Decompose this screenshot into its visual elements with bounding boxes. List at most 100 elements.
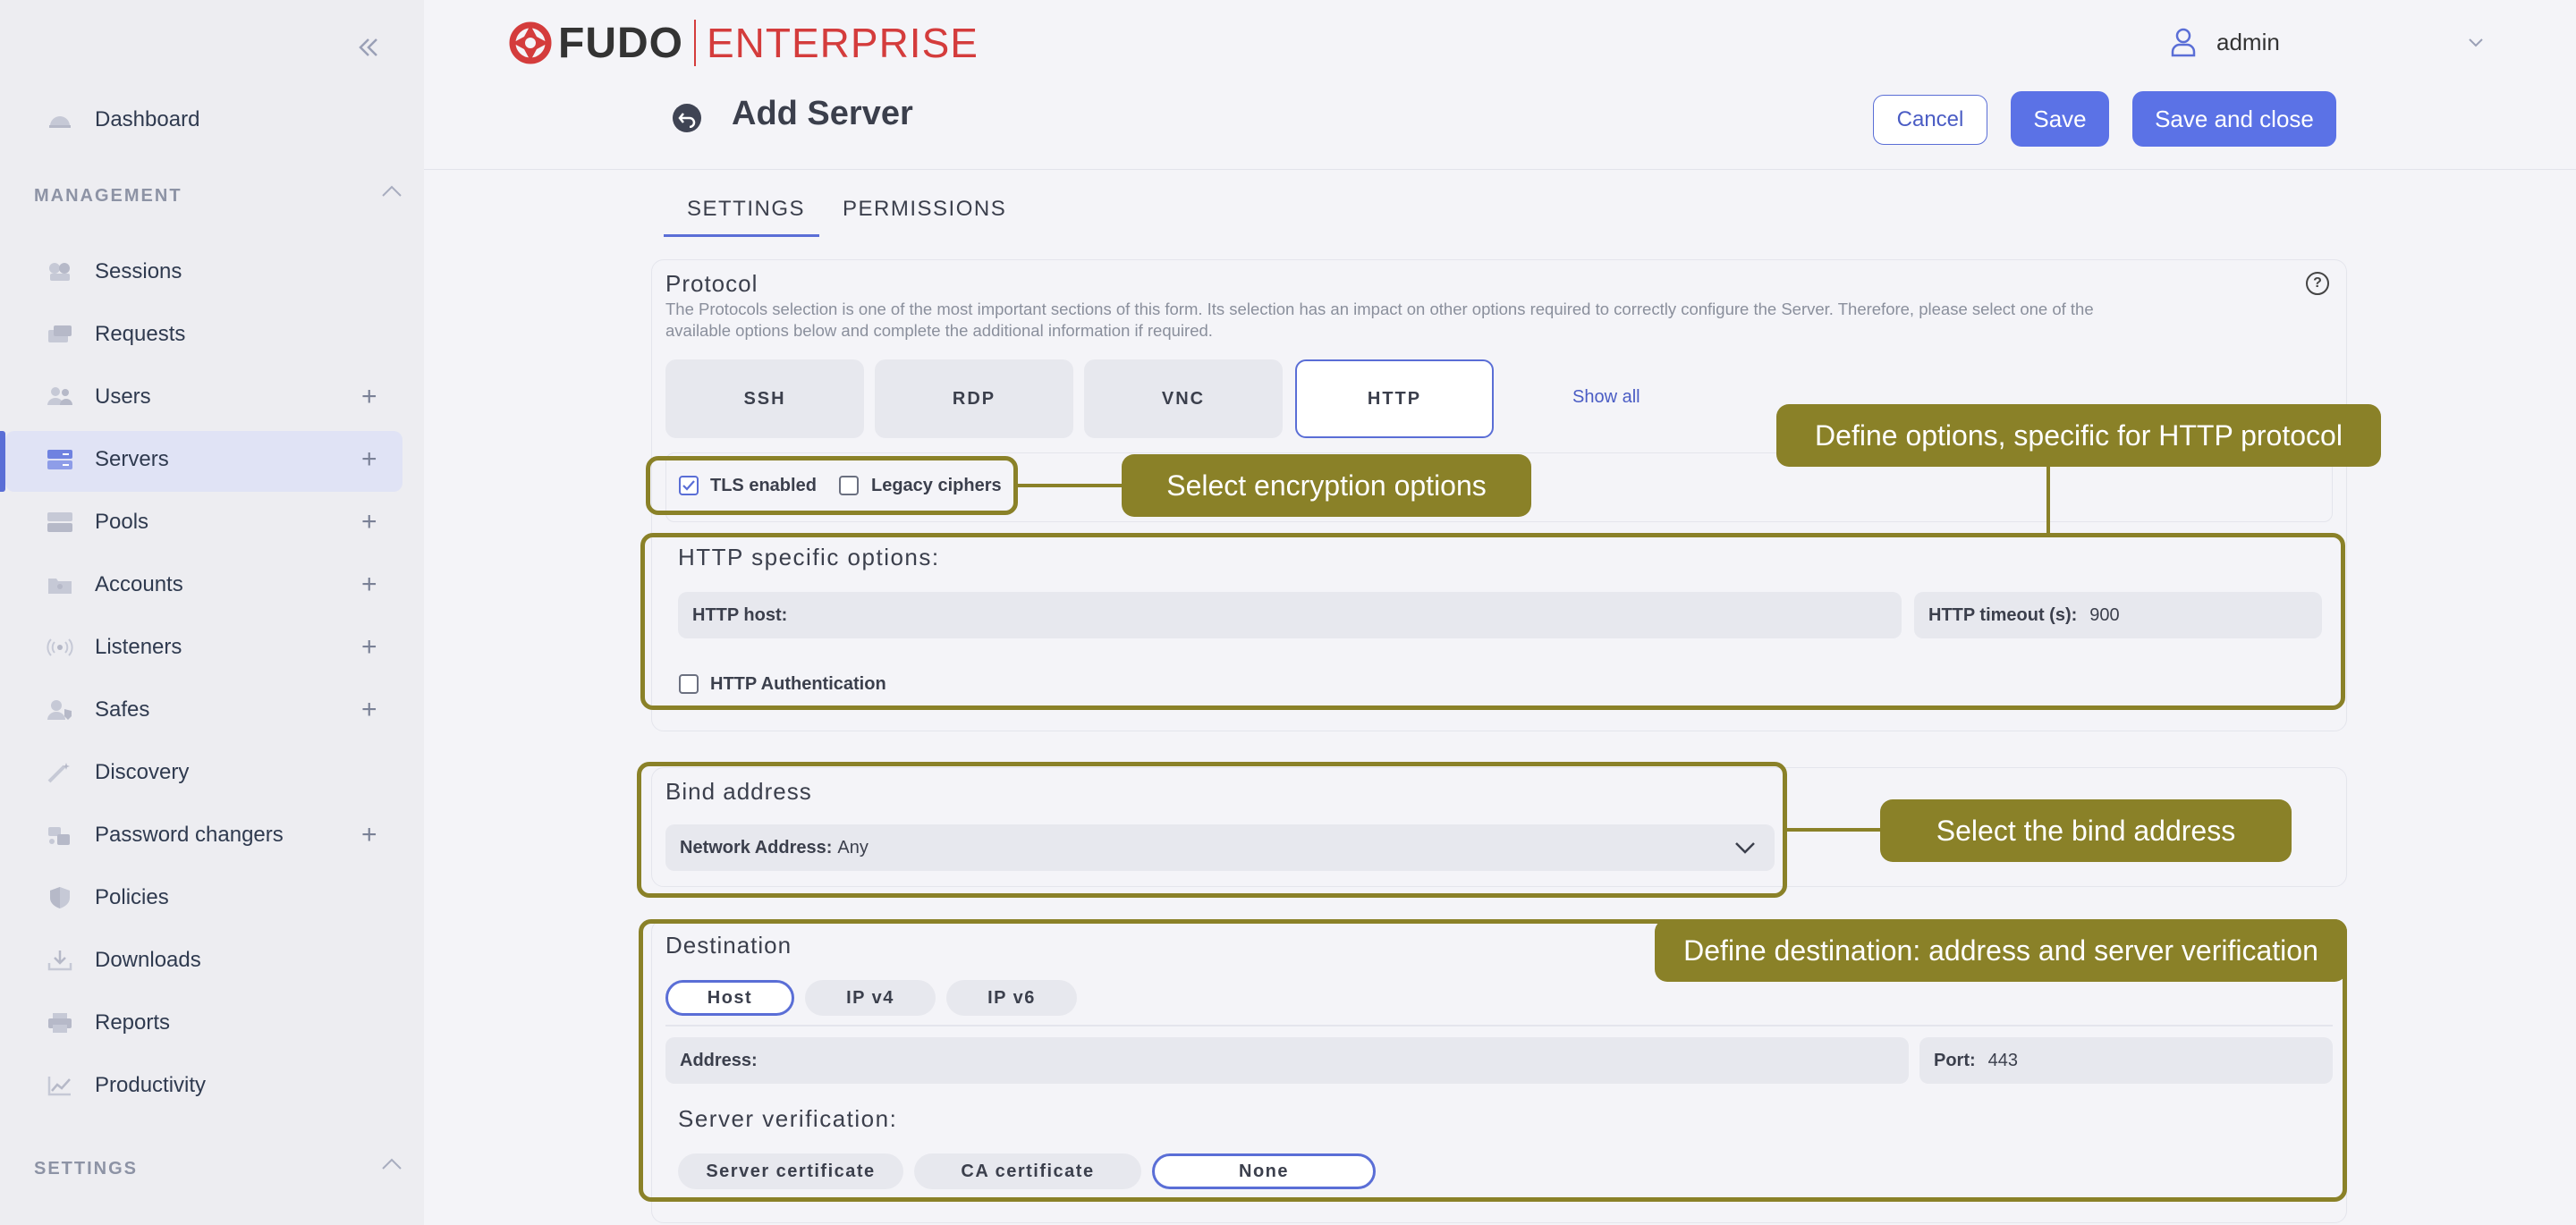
user-icon	[2171, 28, 2196, 57]
sidebar-item-reports[interactable]: Reports	[0, 994, 424, 1052]
protocol-title: Protocol	[665, 270, 758, 297]
password-changers-icon	[47, 824, 73, 847]
sidebar: Dashboard MANAGEMENT Sessions Requests U…	[0, 0, 424, 1225]
destination-port-field[interactable]: Port: 443	[1919, 1037, 2333, 1084]
sidebar-item-accounts[interactable]: Accounts +	[0, 556, 424, 613]
tls-enabled-checkbox[interactable]	[679, 476, 699, 495]
legacy-ciphers-label: Legacy ciphers	[871, 476, 1002, 495]
sidebar-item-label: Policies	[95, 885, 169, 909]
verification-server-certificate[interactable]: Server certificate	[678, 1153, 903, 1189]
logo-enterprise-text: ENTERPRISE	[706, 20, 979, 66]
tls-enabled-label: TLS enabled	[710, 476, 817, 495]
add-pool-button[interactable]: +	[361, 507, 377, 537]
network-address-select[interactable]: Network Address: Any	[665, 824, 1775, 871]
sidebar-item-label: Discovery	[95, 760, 190, 784]
sidebar-item-productivity[interactable]: Productivity	[0, 1057, 424, 1114]
save-button[interactable]: Save	[2011, 91, 2109, 147]
annotation-connector	[1787, 828, 1882, 832]
accounts-icon	[47, 573, 73, 596]
sidebar-item-label: Sessions	[95, 259, 182, 283]
address-label: Address:	[680, 1050, 758, 1070]
destination-address-field[interactable]: Address:	[665, 1037, 1909, 1084]
help-icon[interactable]: ?	[2306, 272, 2329, 295]
protocol-ssh-button[interactable]: SSH	[665, 359, 864, 438]
http-timeout-field[interactable]: HTTP timeout (s): 900	[1914, 592, 2322, 638]
legacy-ciphers-checkbox[interactable]	[839, 476, 859, 495]
add-safe-button[interactable]: +	[361, 695, 377, 725]
chevron-up-icon[interactable]	[379, 182, 404, 200]
verification-none[interactable]: None	[1152, 1153, 1376, 1189]
add-server-button[interactable]: +	[361, 444, 377, 475]
add-account-button[interactable]: +	[361, 570, 377, 600]
downloads-icon	[47, 949, 73, 972]
sidebar-item-label: Dashboard	[95, 107, 200, 131]
address-type-ipv4[interactable]: IP v4	[805, 980, 936, 1016]
sidebar-item-label: Requests	[95, 322, 186, 346]
http-host-label: HTTP host:	[692, 604, 788, 625]
requests-icon	[47, 323, 73, 346]
divider	[665, 1025, 2333, 1026]
user-menu[interactable]: admin	[2170, 27, 2280, 57]
protocol-vnc-button[interactable]: VNC	[1084, 359, 1283, 438]
protocol-http-button[interactable]: HTTP	[1295, 359, 1494, 438]
chevron-up-icon[interactable]	[379, 1155, 404, 1173]
verification-ca-certificate[interactable]: CA certificate	[914, 1153, 1141, 1189]
save-and-close-button[interactable]: Save and close	[2132, 91, 2336, 147]
sidebar-item-servers[interactable]: Servers +	[0, 431, 424, 492]
sidebar-item-dashboard[interactable]: Dashboard	[0, 91, 424, 148]
username: admin	[2216, 28, 2280, 55]
sidebar-item-discovery[interactable]: Discovery	[0, 744, 424, 801]
sidebar-item-safes[interactable]: Safes +	[0, 681, 424, 739]
chevron-down-icon[interactable]	[2467, 36, 2485, 48]
sidebar-item-listeners[interactable]: Listeners +	[0, 619, 424, 676]
policies-icon	[47, 886, 73, 909]
sidebar-item-requests[interactable]: Requests	[0, 306, 424, 363]
show-all-link[interactable]: Show all	[1572, 387, 1640, 408]
sidebar-item-label: Users	[95, 384, 151, 409]
logo-fudo-text: FUDO	[558, 19, 683, 67]
sidebar-item-label: Reports	[95, 1010, 171, 1035]
sidebar-item-policies[interactable]: Policies	[0, 869, 424, 926]
add-user-button[interactable]: +	[361, 382, 377, 412]
sidebar-item-password-changers[interactable]: Password changers +	[0, 807, 424, 864]
sidebar-item-pools[interactable]: Pools +	[0, 494, 424, 551]
sidebar-item-label: Productivity	[95, 1073, 207, 1097]
protocol-rdp-button[interactable]: RDP	[875, 359, 1073, 438]
server-verification-title: Server verification:	[678, 1105, 898, 1132]
sidebar-item-users[interactable]: Users +	[0, 368, 424, 426]
logo-separator	[693, 20, 696, 66]
tab-settings[interactable]: SETTINGS	[687, 197, 805, 222]
active-tab-underline	[664, 234, 819, 237]
checkmark-icon	[682, 480, 695, 491]
tab-permissions[interactable]: PERMISSIONS	[843, 197, 1006, 222]
annotation-destination: Define destination: address and server v…	[1655, 919, 2347, 982]
fudo-logo-mark-icon	[509, 21, 552, 64]
cancel-button[interactable]: Cancel	[1873, 95, 1987, 145]
address-type-ipv6[interactable]: IP v6	[946, 980, 1077, 1016]
sidebar-item-label: Accounts	[95, 572, 183, 596]
http-options-title: HTTP specific options:	[678, 544, 940, 570]
listeners-icon	[47, 636, 73, 659]
add-listener-button[interactable]: +	[361, 632, 377, 663]
sidebar-item-sessions[interactable]: Sessions	[0, 243, 424, 300]
bind-address-title: Bind address	[665, 778, 812, 805]
discovery-icon	[47, 761, 73, 784]
back-button[interactable]	[673, 104, 701, 132]
destination-title: Destination	[665, 932, 792, 959]
settings-section-title: SETTINGS	[34, 1159, 139, 1179]
http-authentication-label: HTTP Authentication	[710, 674, 886, 694]
http-authentication-checkbox[interactable]	[679, 674, 699, 694]
arrow-back-icon	[678, 113, 696, 128]
network-address-label: Network Address:	[680, 837, 833, 858]
sidebar-item-label: Pools	[95, 510, 149, 534]
annotation-encryption: Select encryption options	[1122, 454, 1531, 517]
port-label: Port:	[1934, 1050, 1976, 1070]
http-host-field[interactable]: HTTP host:	[678, 592, 1902, 638]
protocol-description-line2: available options below and complete the…	[665, 321, 1213, 340]
dashboard-icon	[47, 108, 73, 131]
chevron-down-icon	[1735, 842, 1755, 854]
sidebar-collapse-button[interactable]	[351, 32, 386, 64]
sidebar-item-downloads[interactable]: Downloads	[0, 932, 424, 989]
address-type-host[interactable]: Host	[665, 980, 794, 1016]
add-password-changer-button[interactable]: +	[361, 820, 377, 850]
